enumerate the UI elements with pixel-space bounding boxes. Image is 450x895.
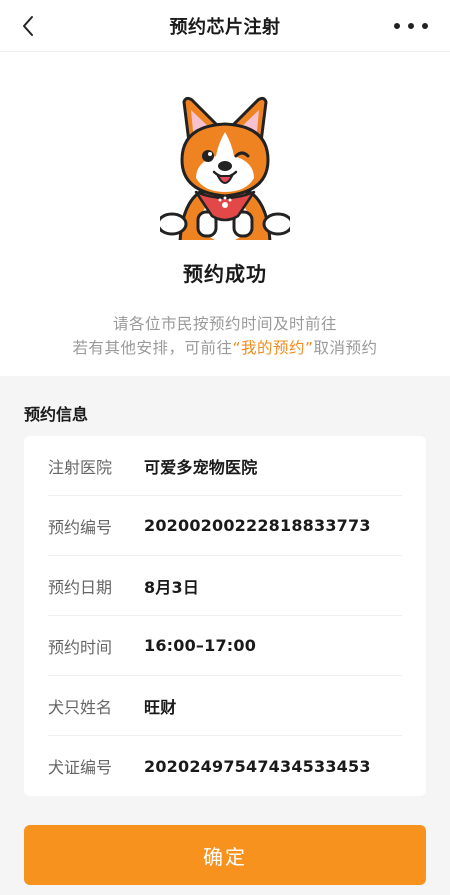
page-title: 预约芯片注射 (169, 16, 281, 38)
info-value: 可爱多宠物医院 (144, 457, 258, 477)
cancel-hint-prefix: 若有其他安排，可前往 (72, 339, 233, 357)
success-title: 预约成功 (183, 262, 267, 286)
info-row-appointment-number: 预约编号 20200200222818833773 (48, 496, 402, 556)
section-title: 预约信息 (24, 405, 89, 424)
info-label: 注射医院 (48, 457, 113, 477)
cancel-hint-suffix: 取消预约 (313, 339, 378, 357)
info-row-time: 预约时间 16:00–17:00 (48, 616, 402, 676)
more-dot (408, 23, 414, 29)
info-row-dog-name: 犬只姓名 旺财 (48, 676, 402, 736)
more-dot (422, 23, 428, 29)
more-button[interactable] (394, 14, 428, 38)
appointment-info-card: 注射医院 可爱多宠物医院 预约编号 20200200222818833773 预… (24, 436, 426, 796)
info-label: 犬证编号 (48, 758, 113, 777)
corgi-dog-illustration (160, 96, 290, 240)
success-hero: 预约成功 请各位市民按预约时间及时前往 若有其他安排，可前往“我的预约”取消预约 (0, 52, 450, 376)
success-hint: 请各位市民按预约时间及时前往 (112, 315, 337, 333)
info-label: 预约日期 (48, 577, 113, 597)
nav-bar: 预约芯片注射 (0, 0, 450, 52)
confirm-button[interactable]: 确定 (24, 825, 426, 885)
info-label: 犬只姓名 (48, 697, 113, 717)
info-value: 16:00–17:00 (144, 636, 257, 655)
info-value: 20200200222818833773 (144, 516, 371, 535)
my-appointments-link[interactable]: “我的预约” (232, 339, 313, 357)
more-dots-icon (394, 23, 400, 29)
info-row-license-number: 犬证编号 20202497547434533453 (48, 736, 402, 796)
info-label: 预约时间 (48, 637, 113, 657)
chevron-left-icon (23, 16, 33, 36)
info-label: 预约编号 (48, 517, 113, 537)
info-row-date: 预约日期 8月3日 (48, 556, 402, 616)
info-value: 8月3日 (144, 577, 200, 597)
info-value: 20202497547434533453 (144, 756, 371, 776)
info-row-hospital: 注射医院 可爱多宠物医院 (48, 436, 402, 496)
back-button[interactable] (14, 12, 42, 40)
info-value: 旺财 (144, 697, 177, 717)
cancel-hint: 若有其他安排，可前往“我的预约”取消预约 (0, 336, 450, 358)
